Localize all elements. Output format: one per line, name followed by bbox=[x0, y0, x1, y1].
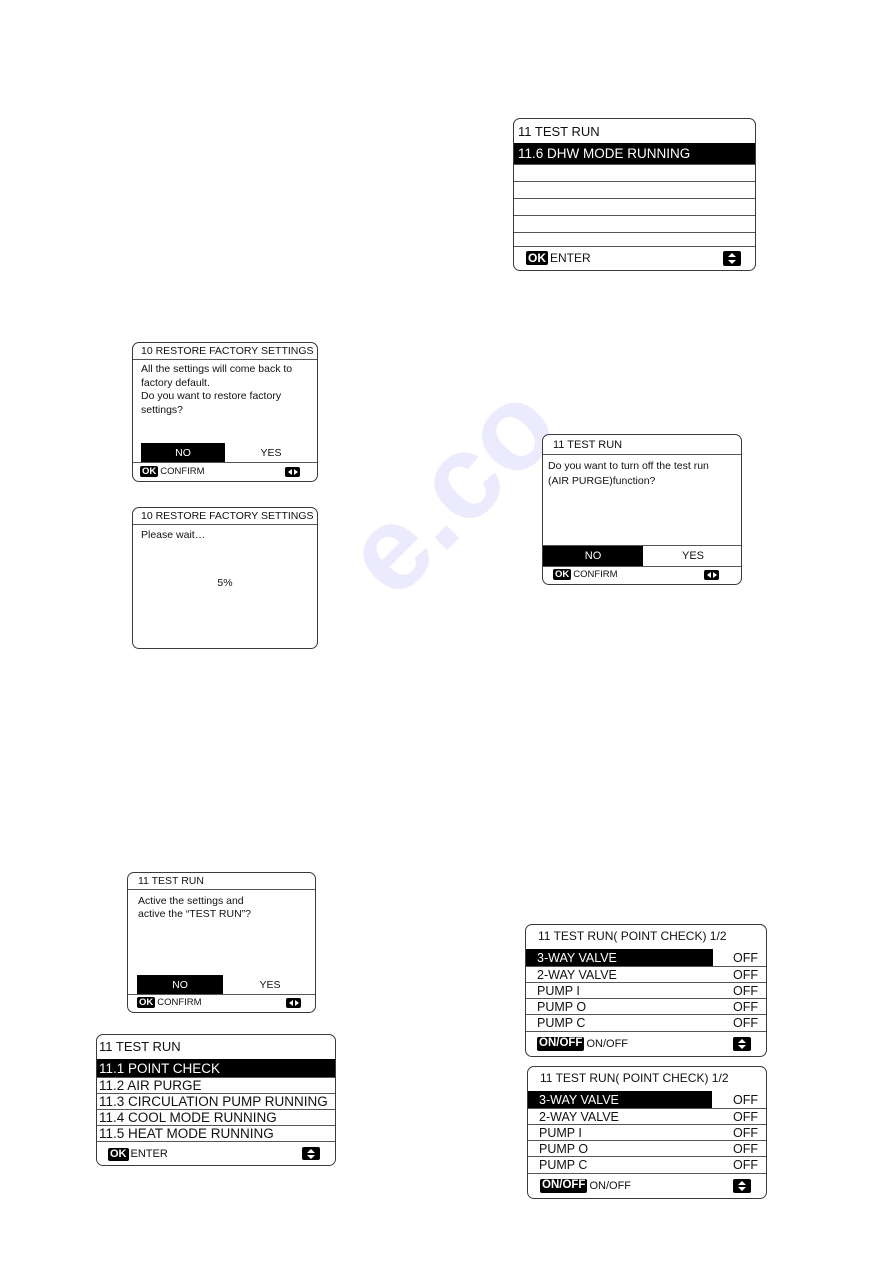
no-button[interactable]: NO bbox=[141, 443, 225, 462]
panel-footer: ON/OFF ON/OFF bbox=[526, 1032, 766, 1056]
menu-item-point-check[interactable]: 11.1 POINT CHECK bbox=[97, 1059, 335, 1078]
menu-item-empty bbox=[514, 182, 755, 199]
point-check-panel-1: 11 TEST RUN( POINT CHECK) 1/2 3-WAY VALV… bbox=[525, 924, 767, 1057]
point-label-pump-c: PUMP C bbox=[537, 1016, 586, 1030]
panel-title: 11 TEST RUN( POINT CHECK) 1/2 bbox=[538, 929, 727, 943]
point-row[interactable]: PUMP O OFF bbox=[528, 1141, 766, 1157]
yes-button[interactable]: YES bbox=[643, 546, 741, 566]
panel-title: 11 TEST RUN bbox=[543, 435, 741, 455]
ok-button-icon[interactable]: OK bbox=[526, 251, 548, 265]
point-check-panel-2: 11 TEST RUN( POINT CHECK) 1/2 3-WAY VALV… bbox=[527, 1066, 767, 1199]
point-label-pump-c: PUMP C bbox=[539, 1158, 588, 1172]
up-down-arrows-icon[interactable] bbox=[733, 1037, 751, 1051]
left-right-arrows-icon[interactable] bbox=[285, 467, 300, 477]
point-value: OFF bbox=[733, 984, 758, 998]
point-row[interactable]: 3-WAY VALVE OFF bbox=[528, 1091, 766, 1109]
footer-label: ENTER bbox=[550, 251, 591, 265]
point-value: OFF bbox=[733, 968, 758, 982]
yes-button[interactable]: YES bbox=[227, 975, 313, 994]
footer-label: ENTER bbox=[130, 1148, 168, 1160]
point-row[interactable]: PUMP C OFF bbox=[528, 1157, 766, 1174]
point-value: OFF bbox=[733, 1093, 758, 1107]
test-run-activate-confirm-panel: 11 TEST RUN Active the settings and acti… bbox=[127, 872, 316, 1013]
menu-item-empty bbox=[514, 199, 755, 216]
menu-item-circulation-pump[interactable]: 11.3 CIRCULATION PUMP RUNNING bbox=[97, 1094, 335, 1110]
dhw-mode-menu-panel: 11 TEST RUN 11.6 DHW MODE RUNNING OK ENT… bbox=[513, 118, 756, 271]
point-row[interactable]: 2-WAY VALVE OFF bbox=[526, 967, 766, 983]
point-row[interactable]: PUMP I OFF bbox=[528, 1125, 766, 1141]
restore-factory-progress-panel: 10 RESTORE FACTORY SETTINGS Please wait…… bbox=[132, 507, 318, 649]
point-label-pump-o: PUMP O bbox=[537, 1000, 587, 1014]
panel-footer: ON/OFF ON/OFF bbox=[528, 1174, 766, 1198]
point-value: OFF bbox=[733, 1016, 758, 1030]
menu-item-empty bbox=[514, 165, 755, 182]
point-row[interactable]: PUMP C OFF bbox=[526, 1015, 766, 1032]
panel-message: All the settings will come back to facto… bbox=[141, 363, 293, 416]
point-value: OFF bbox=[733, 951, 758, 965]
panel-message: Do you want to turn off the test run (AI… bbox=[548, 460, 709, 487]
point-row[interactable]: 2-WAY VALVE OFF bbox=[528, 1109, 766, 1125]
point-value: OFF bbox=[733, 1110, 758, 1124]
no-button[interactable]: NO bbox=[543, 546, 643, 566]
up-down-arrows-icon[interactable] bbox=[733, 1179, 751, 1193]
menu-item-empty bbox=[514, 233, 755, 247]
point-label-2-way-valve: 2-WAY VALVE bbox=[539, 1110, 619, 1124]
ok-button-icon[interactable]: OK bbox=[137, 996, 156, 1009]
panel-title: 10 RESTORE FACTORY SETTINGS bbox=[133, 343, 317, 360]
panel-footer: OK ENTER bbox=[514, 246, 755, 270]
point-row[interactable]: PUMP I OFF bbox=[526, 983, 766, 999]
footer-label: ON/OFF bbox=[586, 1038, 629, 1050]
restore-factory-confirm-panel: 10 RESTORE FACTORY SETTINGS All the sett… bbox=[132, 342, 318, 482]
menu-item-empty bbox=[514, 216, 755, 233]
panel-title: 11 TEST RUN( POINT CHECK) 1/2 bbox=[540, 1071, 729, 1085]
panel-message: Active the settings and active the “TEST… bbox=[138, 895, 252, 920]
point-value: OFF bbox=[733, 1142, 758, 1156]
point-label-pump-i: PUMP I bbox=[537, 984, 580, 998]
point-value: OFF bbox=[733, 1126, 758, 1140]
point-label-2-way-valve: 2-WAY VALVE bbox=[537, 968, 617, 982]
on-off-button-icon[interactable]: ON/OFF bbox=[540, 1179, 588, 1193]
point-label-3-way-valve: 3-WAY VALVE bbox=[528, 1091, 712, 1108]
left-right-arrows-icon[interactable] bbox=[704, 570, 719, 580]
point-label-pump-i: PUMP I bbox=[539, 1126, 582, 1140]
panel-title: 11 TEST RUN bbox=[518, 124, 600, 139]
menu-item-air-purge[interactable]: 11.2 AIR PURGE bbox=[97, 1078, 335, 1094]
up-down-arrows-icon[interactable] bbox=[723, 251, 741, 266]
point-value: OFF bbox=[733, 1000, 758, 1014]
footer-label: CONFIRM bbox=[157, 997, 202, 1008]
panel-footer: OK ENTER bbox=[97, 1143, 335, 1165]
footer-label: ON/OFF bbox=[589, 1180, 632, 1192]
no-button[interactable]: NO bbox=[137, 975, 223, 994]
ok-button-icon[interactable]: OK bbox=[140, 465, 159, 478]
menu-item-dhw-mode-running[interactable]: 11.6 DHW MODE RUNNING bbox=[514, 143, 755, 165]
air-purge-off-confirm-panel: 11 TEST RUN Do you want to turn off the … bbox=[542, 434, 742, 585]
point-row[interactable]: 3-WAY VALVE OFF bbox=[526, 949, 766, 967]
footer-label: CONFIRM bbox=[573, 569, 618, 580]
point-label-pump-o: PUMP O bbox=[539, 1142, 589, 1156]
on-off-button-icon[interactable]: ON/OFF bbox=[537, 1037, 585, 1051]
yes-button[interactable]: YES bbox=[229, 443, 313, 462]
ok-button-icon[interactable]: OK bbox=[108, 1147, 129, 1161]
progress-percent: 5% bbox=[217, 577, 233, 589]
left-right-arrows-icon[interactable] bbox=[286, 998, 301, 1008]
test-run-menu-panel: 11 TEST RUN 11.1 POINT CHECK 11.2 AIR PU… bbox=[96, 1034, 336, 1166]
panel-title: 11 TEST RUN bbox=[99, 1039, 181, 1054]
point-row[interactable]: PUMP O OFF bbox=[526, 999, 766, 1015]
panel-title: 10 RESTORE FACTORY SETTINGS bbox=[133, 508, 317, 525]
footer-label: CONFIRM bbox=[160, 466, 205, 477]
point-value: OFF bbox=[733, 1158, 758, 1172]
point-label-3-way-valve: 3-WAY VALVE bbox=[526, 949, 713, 966]
panel-title: 11 TEST RUN bbox=[128, 873, 315, 890]
menu-item-heat-mode[interactable]: 11.5 HEAT MODE RUNNING bbox=[97, 1126, 335, 1142]
ok-button-icon[interactable]: OK bbox=[553, 568, 572, 581]
panel-message: Please wait… bbox=[141, 529, 206, 541]
up-down-arrows-icon[interactable] bbox=[302, 1147, 320, 1160]
menu-item-cool-mode[interactable]: 11.4 COOL MODE RUNNING bbox=[97, 1110, 335, 1126]
